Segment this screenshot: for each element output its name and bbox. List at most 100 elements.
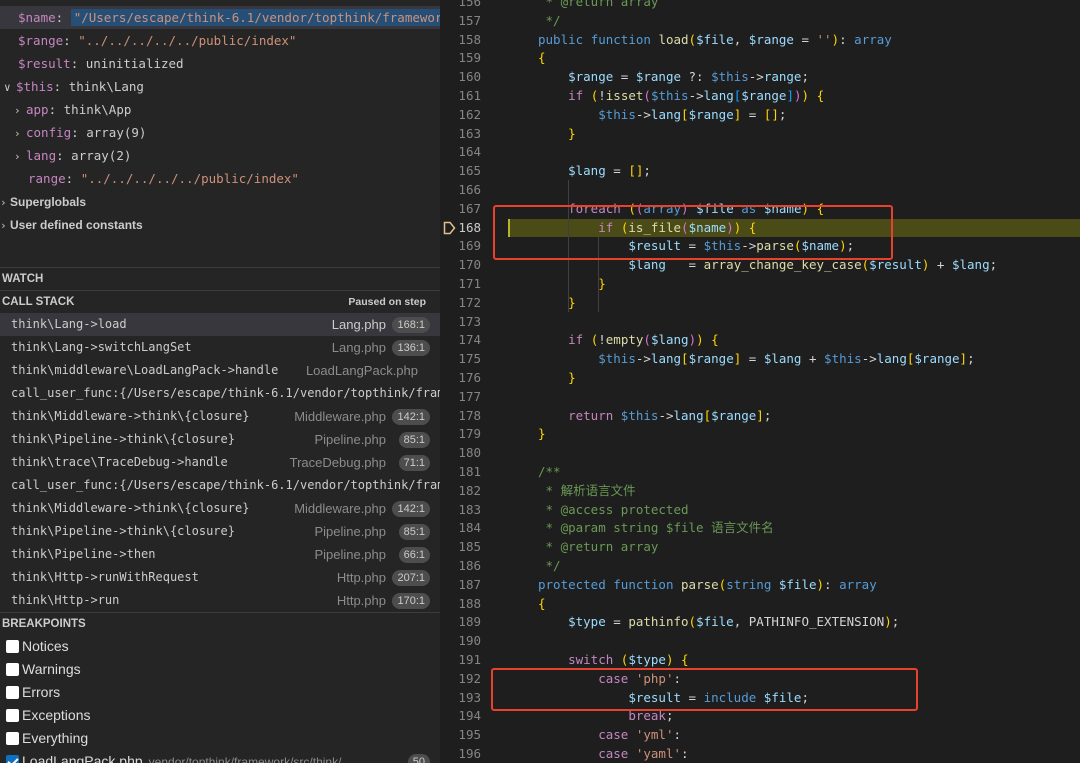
variable-row[interactable]: $name: "/Users/escape/think-6.1/vendor/t…: [0, 6, 440, 29]
code-line[interactable]: * 解析语言文件: [508, 482, 1080, 501]
line-number[interactable]: 176: [440, 369, 481, 388]
call-stack-header[interactable]: CALL STACK Paused on step: [0, 290, 440, 312]
line-number[interactable]: 169: [440, 237, 481, 256]
breakpoint-errors[interactable]: Errors: [0, 681, 440, 704]
variable-row[interactable]: › config: array(9): [0, 121, 440, 144]
code-line[interactable]: protected function parse(string $file): …: [508, 576, 1080, 595]
breakpoint-everything[interactable]: Everything: [0, 727, 440, 750]
code-line[interactable]: {: [508, 595, 1080, 614]
line-number[interactable]: 173: [440, 313, 481, 332]
stack-frame[interactable]: think\Http->run Http.php 170:1: [0, 589, 440, 612]
code-line[interactable]: * @param string $file 语言文件名: [508, 519, 1080, 538]
line-number[interactable]: 178: [440, 407, 481, 426]
line-number[interactable]: 161: [440, 87, 481, 106]
checkbox[interactable]: [6, 663, 19, 676]
code-line[interactable]: $range = $range ?: $this->range;: [508, 68, 1080, 87]
line-number[interactable]: 167: [440, 200, 481, 219]
line-number[interactable]: 184: [440, 519, 481, 538]
checkbox-checked[interactable]: [6, 755, 19, 763]
stack-frame[interactable]: think\Middleware->think\{closure} Middlew…: [0, 497, 440, 520]
line-number[interactable]: 158: [440, 31, 481, 50]
checkbox[interactable]: [6, 709, 19, 722]
line-number[interactable]: 162: [440, 106, 481, 125]
line-number[interactable]: 188: [440, 595, 481, 614]
stack-frame[interactable]: call_user_func:{/Users/escape/think-6.1/…: [0, 382, 440, 405]
line-number[interactable]: 196: [440, 745, 481, 763]
chevron-right-icon[interactable]: ›: [0, 191, 10, 213]
code-editor[interactable]: * @return array */public function load($…: [508, 0, 1080, 763]
line-number[interactable]: 177: [440, 388, 481, 407]
line-number[interactable]: 191: [440, 651, 481, 670]
code-line[interactable]: /**: [508, 463, 1080, 482]
code-line[interactable]: {: [508, 49, 1080, 68]
line-number[interactable]: 185: [440, 538, 481, 557]
code-line[interactable]: [508, 313, 1080, 332]
line-number[interactable]: 172: [440, 294, 481, 313]
line-number[interactable]: 181: [440, 463, 481, 482]
stack-frame[interactable]: think\trace\TraceDebug->handle TraceDebug…: [0, 451, 440, 474]
stack-frame[interactable]: think\Pipeline->think\{closure} Pipeline.…: [0, 520, 440, 543]
code-line[interactable]: [508, 181, 1080, 200]
line-number[interactable]: 170: [440, 256, 481, 275]
line-number[interactable]: 192: [440, 670, 481, 689]
code-line[interactable]: public function load($file, $range = '')…: [508, 31, 1080, 50]
line-number[interactable]: 174: [440, 331, 481, 350]
stack-frame[interactable]: think\Middleware->think\{closure} Middlew…: [0, 405, 440, 428]
line-number[interactable]: 195: [440, 726, 481, 745]
line-number[interactable]: 175: [440, 350, 481, 369]
line-number[interactable]: 156: [440, 0, 481, 12]
code-line[interactable]: $this->lang[$range] = [];: [508, 106, 1080, 125]
checkbox[interactable]: [6, 686, 19, 699]
line-number[interactable]: 164: [440, 143, 481, 162]
stack-frame[interactable]: think\Pipeline->think\{closure} Pipeline.…: [0, 428, 440, 451]
line-number[interactable]: 182: [440, 482, 481, 501]
code-line[interactable]: }: [508, 275, 1080, 294]
stack-frame[interactable]: think\middleware\LoadLangPack->handle Loa…: [0, 359, 440, 382]
line-number[interactable]: 157: [440, 12, 481, 31]
watch-header[interactable]: WATCH: [0, 267, 440, 289]
line-number[interactable]: 186: [440, 557, 481, 576]
code-line[interactable]: $lang = [];: [508, 162, 1080, 181]
code-line[interactable]: * @return array: [508, 0, 1080, 12]
line-number[interactable]: 165: [440, 162, 481, 181]
chevron-right-icon[interactable]: ›: [14, 145, 26, 167]
chevron-right-icon[interactable]: ›: [0, 214, 10, 236]
code-line[interactable]: $this->lang[$range] = $lang + $this->lan…: [508, 350, 1080, 369]
breakpoint-exceptions[interactable]: Exceptions: [0, 704, 440, 727]
breakpoint-notices[interactable]: Notices: [0, 635, 440, 658]
code-line[interactable]: if (!isset($this->lang[$range])) {: [508, 87, 1080, 106]
variable-row[interactable]: $range: "../../../../../public/index": [0, 29, 440, 52]
group-user-constants[interactable]: › User defined constants: [0, 213, 440, 236]
line-number[interactable]: 180: [440, 444, 481, 463]
code-line[interactable]: [508, 143, 1080, 162]
line-number[interactable]: 193: [440, 689, 481, 708]
line-number[interactable]: 187: [440, 576, 481, 595]
chevron-right-icon[interactable]: ›: [14, 99, 26, 121]
code-line[interactable]: if (!empty($lang)) {: [508, 331, 1080, 350]
variable-row[interactable]: $result: uninitialized: [0, 52, 440, 75]
variable-row-expanded[interactable]: ∨ $this: think\Lang: [0, 75, 440, 98]
code-line[interactable]: switch ($type) {: [508, 651, 1080, 670]
line-number[interactable]: 189: [440, 613, 481, 632]
line-number[interactable]: 171: [440, 275, 481, 294]
code-line[interactable]: }: [508, 125, 1080, 144]
code-line[interactable]: [508, 632, 1080, 651]
code-line[interactable]: */: [508, 12, 1080, 31]
breakpoints-header[interactable]: BREAKPOINTS: [0, 612, 440, 634]
stack-frame[interactable]: think\Lang->switchLangSet Lang.php 136:1: [0, 336, 440, 359]
variable-row[interactable]: range: "../../../../../public/index": [0, 167, 440, 190]
checkbox[interactable]: [6, 732, 19, 745]
variable-row[interactable]: › app: think\App: [0, 98, 440, 121]
chevron-right-icon[interactable]: ›: [14, 122, 26, 144]
stack-frame[interactable]: think\Lang->load Lang.php 168:1: [0, 313, 440, 336]
breakpoint-file[interactable]: LoadLangPack.php vendor/topthink/framewor…: [0, 750, 440, 763]
code-line[interactable]: case 'yaml':: [508, 745, 1080, 763]
breakpoint-warnings[interactable]: Warnings: [0, 658, 440, 681]
code-line[interactable]: }: [508, 294, 1080, 313]
code-line[interactable]: */: [508, 557, 1080, 576]
line-number[interactable]: 179: [440, 425, 481, 444]
line-number[interactable]: 159: [440, 49, 481, 68]
code-line[interactable]: }: [508, 425, 1080, 444]
variable-row[interactable]: › lang: array(2): [0, 144, 440, 167]
code-line[interactable]: [508, 444, 1080, 463]
